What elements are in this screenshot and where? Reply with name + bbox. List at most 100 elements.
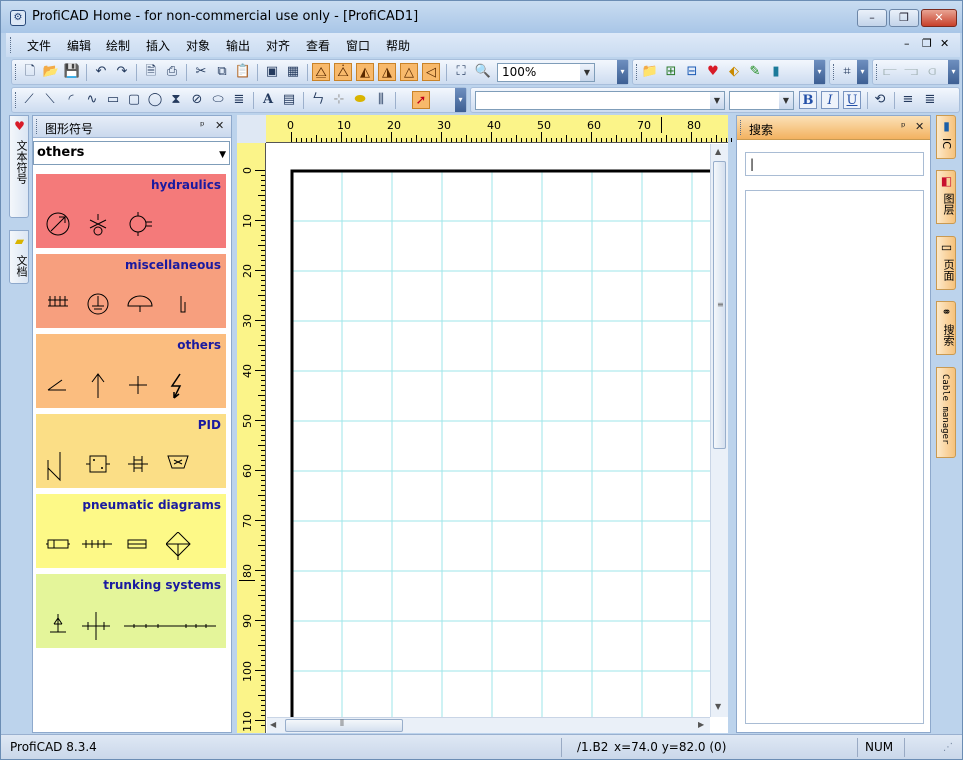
rotate-left-icon[interactable]: ◭ bbox=[356, 63, 374, 81]
picture-icon[interactable]: ▦ bbox=[284, 63, 302, 81]
category-card-pid[interactable]: PID bbox=[36, 414, 226, 488]
search-results-list[interactable] bbox=[745, 190, 924, 724]
symbol-thumbnail-icon[interactable] bbox=[46, 532, 70, 562]
mdi-minimize-button[interactable]: – bbox=[904, 37, 910, 50]
no-symbol-icon[interactable]: ⊘ bbox=[188, 91, 206, 109]
toolbar-options-chevron[interactable]: ▾ bbox=[455, 88, 466, 112]
polyline-icon[interactable]: ⟍ bbox=[41, 91, 59, 109]
restore-button[interactable]: ❐ bbox=[889, 9, 919, 27]
rounded-rectangle-icon[interactable]: ▢ bbox=[125, 91, 143, 109]
menu-output[interactable]: 输出 bbox=[226, 37, 250, 54]
vertical-scroll-thumb[interactable]: ≡ bbox=[713, 161, 726, 449]
copy-icon[interactable]: ⧉ bbox=[213, 63, 231, 81]
menu-align[interactable]: 对齐 bbox=[266, 37, 290, 54]
close-icon[interactable]: ✕ bbox=[215, 119, 224, 132]
notebook-icon[interactable]: ▮ bbox=[767, 63, 785, 81]
vertical-scrollbar[interactable]: ▲ ≡ ▼ bbox=[710, 144, 728, 717]
symbol-thumbnail-icon[interactable] bbox=[166, 452, 190, 482]
align-right-icon[interactable]: ⫏ bbox=[923, 63, 941, 81]
symbol-thumbnail-icon[interactable] bbox=[126, 452, 150, 482]
bold-button[interactable]: B bbox=[799, 91, 817, 109]
zoom-icon[interactable]: 🔍 bbox=[474, 63, 492, 81]
edit-icon[interactable]: ✎ bbox=[746, 63, 764, 81]
tag-icon[interactable]: ⬖ bbox=[725, 63, 743, 81]
symbol-thumbnail-icon[interactable] bbox=[166, 372, 190, 402]
drawing-canvas[interactable] bbox=[267, 144, 710, 717]
toolbar-options-chevron[interactable]: ▾ bbox=[617, 60, 628, 84]
undo-icon[interactable]: ↶ bbox=[92, 63, 110, 81]
rotate-icon[interactable]: ◁ bbox=[422, 63, 440, 81]
horizontal-scrollbar[interactable]: ◀ ⦀ ▶ bbox=[267, 717, 710, 733]
mdi-close-button[interactable]: ✕ bbox=[940, 37, 949, 50]
arc-icon[interactable]: ◜ bbox=[62, 91, 80, 109]
menu-window[interactable]: 窗口 bbox=[346, 37, 370, 54]
scroll-left-icon[interactable]: ◀ bbox=[270, 720, 276, 729]
underline-button[interactable]: U bbox=[843, 91, 861, 109]
wire-icon[interactable]: ㄣ bbox=[309, 91, 327, 109]
minimize-button[interactable]: – bbox=[857, 9, 887, 27]
category-select[interactable]: others ▼ bbox=[33, 141, 230, 165]
ellipse-icon[interactable]: ◯ bbox=[146, 91, 164, 109]
menu-insert[interactable]: 插入 bbox=[146, 37, 170, 54]
toolbar-grip[interactable] bbox=[15, 64, 18, 80]
toolbar-grip[interactable] bbox=[636, 64, 639, 80]
app-logo-icon[interactable]: ⚙ bbox=[10, 10, 26, 26]
mirror-icon[interactable]: △ bbox=[400, 63, 418, 81]
chevron-down-icon[interactable]: ▼ bbox=[710, 92, 724, 109]
textbox-icon[interactable]: ▤ bbox=[280, 91, 298, 109]
save-icon[interactable]: 💾 bbox=[63, 63, 81, 81]
tab-documents[interactable]: ▰ 文档 bbox=[9, 230, 29, 284]
rectangle-icon[interactable]: ▭ bbox=[104, 91, 122, 109]
align-left-icon[interactable]: ⫍ bbox=[881, 63, 899, 81]
tab-search[interactable]: ⚭ 搜索 bbox=[936, 301, 956, 355]
cut-icon[interactable]: ✂ bbox=[192, 63, 210, 81]
folder-icon[interactable]: 📁 bbox=[641, 63, 659, 81]
print-icon[interactable]: ⎙ bbox=[163, 63, 181, 81]
network-icon[interactable]: ⊟ bbox=[683, 63, 701, 81]
symbol-thumbnail-icon[interactable] bbox=[171, 292, 199, 322]
symbol-thumbnail-icon[interactable] bbox=[86, 372, 110, 402]
symbol-thumbnail-icon[interactable] bbox=[126, 372, 150, 402]
select-pointer-icon[interactable]: ➚ bbox=[412, 91, 430, 109]
rotate-right-icon[interactable]: ◮ bbox=[378, 63, 396, 81]
chevron-down-icon[interactable]: ▼ bbox=[779, 92, 793, 109]
category-card-pneumatic-diagrams[interactable]: pneumatic diagrams bbox=[36, 494, 226, 568]
category-card-miscellaneous[interactable]: miscellaneous bbox=[36, 254, 226, 328]
flip-vertical-icon[interactable]: ⧊ bbox=[334, 63, 352, 81]
redo-icon[interactable]: ↷ bbox=[113, 63, 131, 81]
ellipse-pattern-icon[interactable]: ⬭ bbox=[209, 91, 227, 109]
tab-cable-manager[interactable]: Cable manager bbox=[936, 367, 956, 458]
menu-edit[interactable]: 编辑 bbox=[67, 37, 91, 54]
text-align-left-icon[interactable]: ≡ bbox=[899, 91, 917, 109]
font-size-select[interactable]: ▼ bbox=[729, 91, 794, 110]
menu-file[interactable]: 文件 bbox=[27, 37, 51, 54]
paste-icon[interactable]: 📋 bbox=[234, 63, 252, 81]
tab-layers[interactable]: ◧ 图层 bbox=[936, 170, 956, 224]
menu-object[interactable]: 对象 bbox=[186, 37, 210, 54]
chevron-down-icon[interactable]: ▼ bbox=[219, 144, 226, 166]
pin-icon[interactable]: ᵖ bbox=[901, 120, 906, 133]
toolbar-options-chevron[interactable]: ▾ bbox=[857, 60, 868, 84]
bus-icon[interactable]: ⫼ bbox=[372, 91, 390, 109]
line-icon[interactable]: ⟋ bbox=[20, 91, 38, 109]
align-center-icon[interactable]: ⫎ bbox=[902, 63, 920, 81]
text-align-center-icon[interactable]: ≣ bbox=[921, 91, 939, 109]
symbol-thumbnail-icon[interactable] bbox=[86, 292, 112, 322]
symbol-thumbnail-icon[interactable] bbox=[166, 532, 194, 562]
label-icon[interactable]: ⬬ bbox=[351, 91, 369, 109]
fit-page-icon[interactable]: ⛶ bbox=[452, 63, 470, 81]
symbol-thumbnail-icon[interactable] bbox=[126, 532, 150, 562]
category-card-hydraulics[interactable]: hydraulics bbox=[36, 174, 226, 248]
flip-horizontal-icon[interactable]: ⧋ bbox=[312, 63, 330, 81]
symbol-thumbnail-icon[interactable] bbox=[86, 452, 110, 482]
symbol-thumbnail-icon[interactable] bbox=[82, 612, 110, 642]
tab-pages[interactable]: ▭ 页面 bbox=[936, 236, 956, 290]
new-file-icon[interactable]: 🗋 bbox=[21, 63, 39, 81]
menu-help[interactable]: 帮助 bbox=[386, 37, 410, 54]
menubar-grip[interactable] bbox=[10, 37, 13, 53]
symbol-thumbnail-icon[interactable] bbox=[82, 532, 114, 562]
toolbar-grip[interactable] bbox=[833, 64, 836, 80]
hourglass-icon[interactable]: ⧗ bbox=[167, 91, 185, 109]
italic-button[interactable]: I bbox=[821, 91, 839, 109]
symbol-thumbnail-icon[interactable] bbox=[46, 612, 70, 642]
